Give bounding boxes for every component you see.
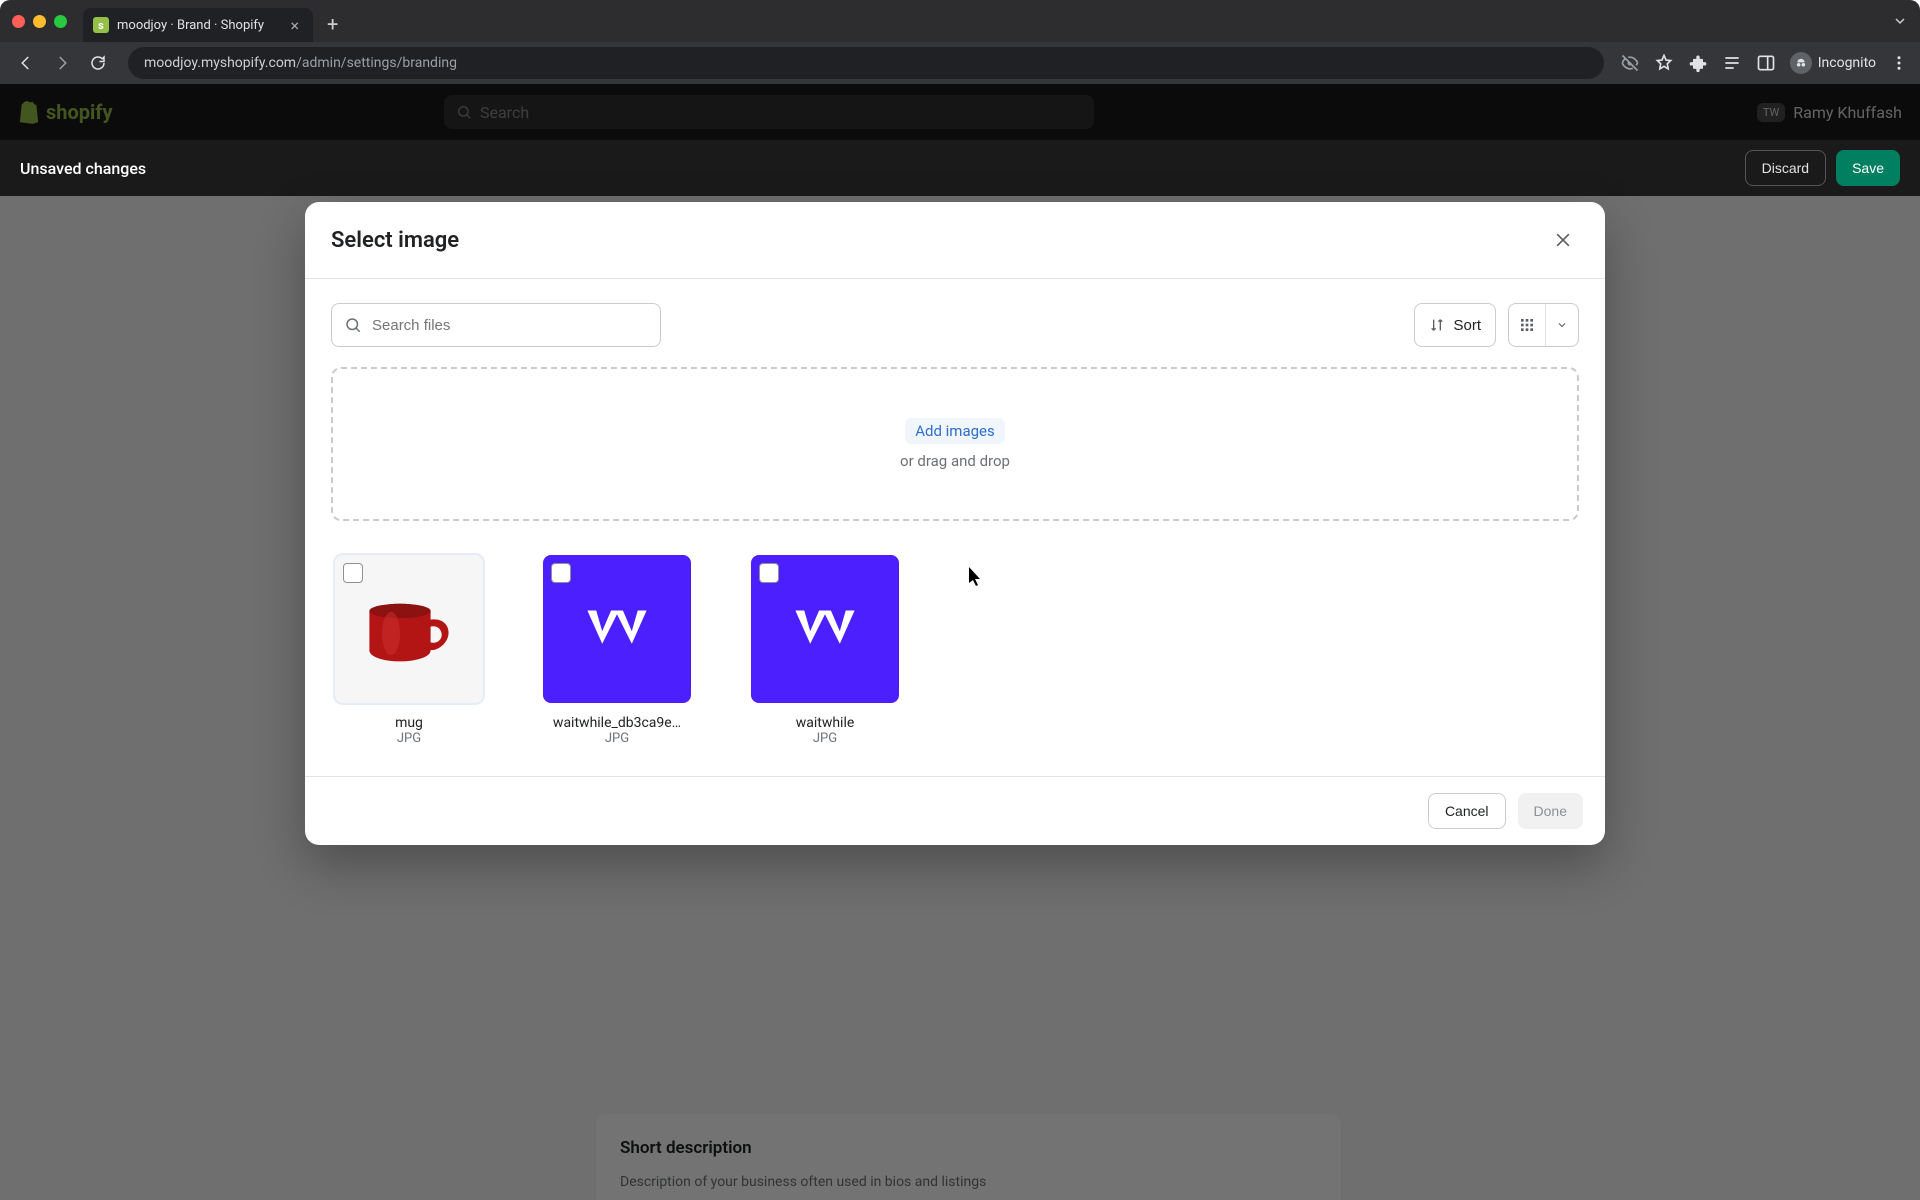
checkbox[interactable]: [759, 563, 779, 583]
discard-button[interactable]: Discard: [1745, 150, 1826, 186]
new-tab-button[interactable]: +: [327, 12, 338, 36]
save-button[interactable]: Save: [1836, 150, 1900, 186]
file-name: mug: [395, 715, 423, 731]
bookmark-star-icon[interactable]: [1654, 53, 1674, 73]
reload-button[interactable]: [84, 49, 112, 77]
select-image-modal: Select image Sort: [305, 202, 1605, 845]
browser-tab-strip: s moodjoy · Brand · Shopify × +: [0, 0, 1920, 42]
file-item[interactable]: waitwhile JPG: [751, 555, 899, 746]
checkbox[interactable]: [551, 563, 571, 583]
extensions-icon[interactable]: [1688, 53, 1708, 73]
file-item[interactable]: waitwhile_db3ca9e… JPG: [543, 555, 691, 746]
window-controls: [12, 15, 67, 28]
search-input[interactable]: [372, 317, 648, 334]
modal-header: Select image: [305, 202, 1605, 279]
upload-dropzone[interactable]: Add images or drag and drop: [331, 367, 1579, 521]
url-host: moodjoy.myshopify.com: [144, 55, 296, 71]
search-input-wrapper[interactable]: [331, 303, 661, 347]
mouse-cursor-icon: [969, 567, 983, 587]
window-minimize[interactable]: [33, 15, 46, 28]
eye-off-icon[interactable]: [1620, 53, 1640, 73]
url-path: /admin/settings/branding: [296, 55, 457, 71]
unsaved-changes-bar: Unsaved changes Discard Save: [0, 140, 1920, 196]
file-type: JPG: [605, 731, 629, 746]
modal-footer: Cancel Done: [305, 776, 1605, 845]
tab-close-icon[interactable]: ×: [290, 16, 299, 35]
browser-toolbar: moodjoy.myshopify.com/admin/settings/bra…: [0, 42, 1920, 84]
file-type: JPG: [813, 731, 837, 746]
forward-button[interactable]: [48, 49, 76, 77]
favicon-shopify-icon: s: [93, 17, 109, 33]
back-button[interactable]: [12, 49, 40, 77]
done-button[interactable]: Done: [1518, 793, 1583, 829]
reading-list-icon[interactable]: [1722, 53, 1742, 73]
close-icon: [1553, 230, 1573, 250]
file-type: JPG: [397, 731, 421, 746]
grid-view-icon[interactable]: [1509, 304, 1545, 346]
incognito-indicator[interactable]: Incognito: [1790, 52, 1876, 74]
sort-button[interactable]: Sort: [1414, 303, 1496, 347]
file-thumbnail-mug[interactable]: [335, 555, 483, 703]
modal-title: Select image: [331, 228, 459, 253]
window-maximize[interactable]: [54, 15, 67, 28]
app-viewport: shopify Search TW Ramy Khuffash Short de…: [0, 84, 1920, 1200]
checkbox[interactable]: [343, 563, 363, 583]
kebab-menu-icon[interactable]: [1890, 54, 1908, 72]
cancel-button[interactable]: Cancel: [1428, 793, 1506, 829]
file-name: waitwhile: [796, 715, 855, 731]
mug-icon: [354, 584, 464, 674]
tab-overflow-icon[interactable]: [1892, 13, 1908, 29]
address-bar[interactable]: moodjoy.myshopify.com/admin/settings/bra…: [128, 47, 1604, 79]
modal-close-button[interactable]: [1547, 224, 1579, 256]
view-dropdown-icon[interactable]: [1545, 304, 1578, 346]
sort-label: Sort: [1453, 317, 1481, 334]
incognito-label: Incognito: [1818, 55, 1876, 71]
view-toggle[interactable]: [1508, 303, 1579, 347]
side-panel-icon[interactable]: [1756, 53, 1776, 73]
browser-tab[interactable]: s moodjoy · Brand · Shopify ×: [83, 8, 313, 42]
file-grid: mug JPG waitwhile_db3ca9e… JPG: [331, 549, 1579, 752]
dropzone-subtext: or drag and drop: [900, 452, 1010, 470]
search-icon: [344, 316, 362, 334]
modal-body: Sort Add images or drag and drop: [305, 279, 1605, 776]
unsaved-message: Unsaved changes: [20, 159, 146, 178]
waitwhile-logo-icon: [580, 602, 654, 656]
file-thumbnail-waitwhile[interactable]: [543, 555, 691, 703]
tab-title: moodjoy · Brand · Shopify: [117, 18, 264, 33]
file-name: waitwhile_db3ca9e…: [553, 715, 681, 731]
file-item[interactable]: mug JPG: [335, 555, 483, 746]
waitwhile-logo-icon: [788, 602, 862, 656]
file-thumbnail-waitwhile[interactable]: [751, 555, 899, 703]
sort-icon: [1429, 317, 1445, 333]
incognito-icon: [1790, 52, 1812, 74]
add-images-link[interactable]: Add images: [905, 418, 1005, 444]
window-close[interactable]: [12, 15, 25, 28]
